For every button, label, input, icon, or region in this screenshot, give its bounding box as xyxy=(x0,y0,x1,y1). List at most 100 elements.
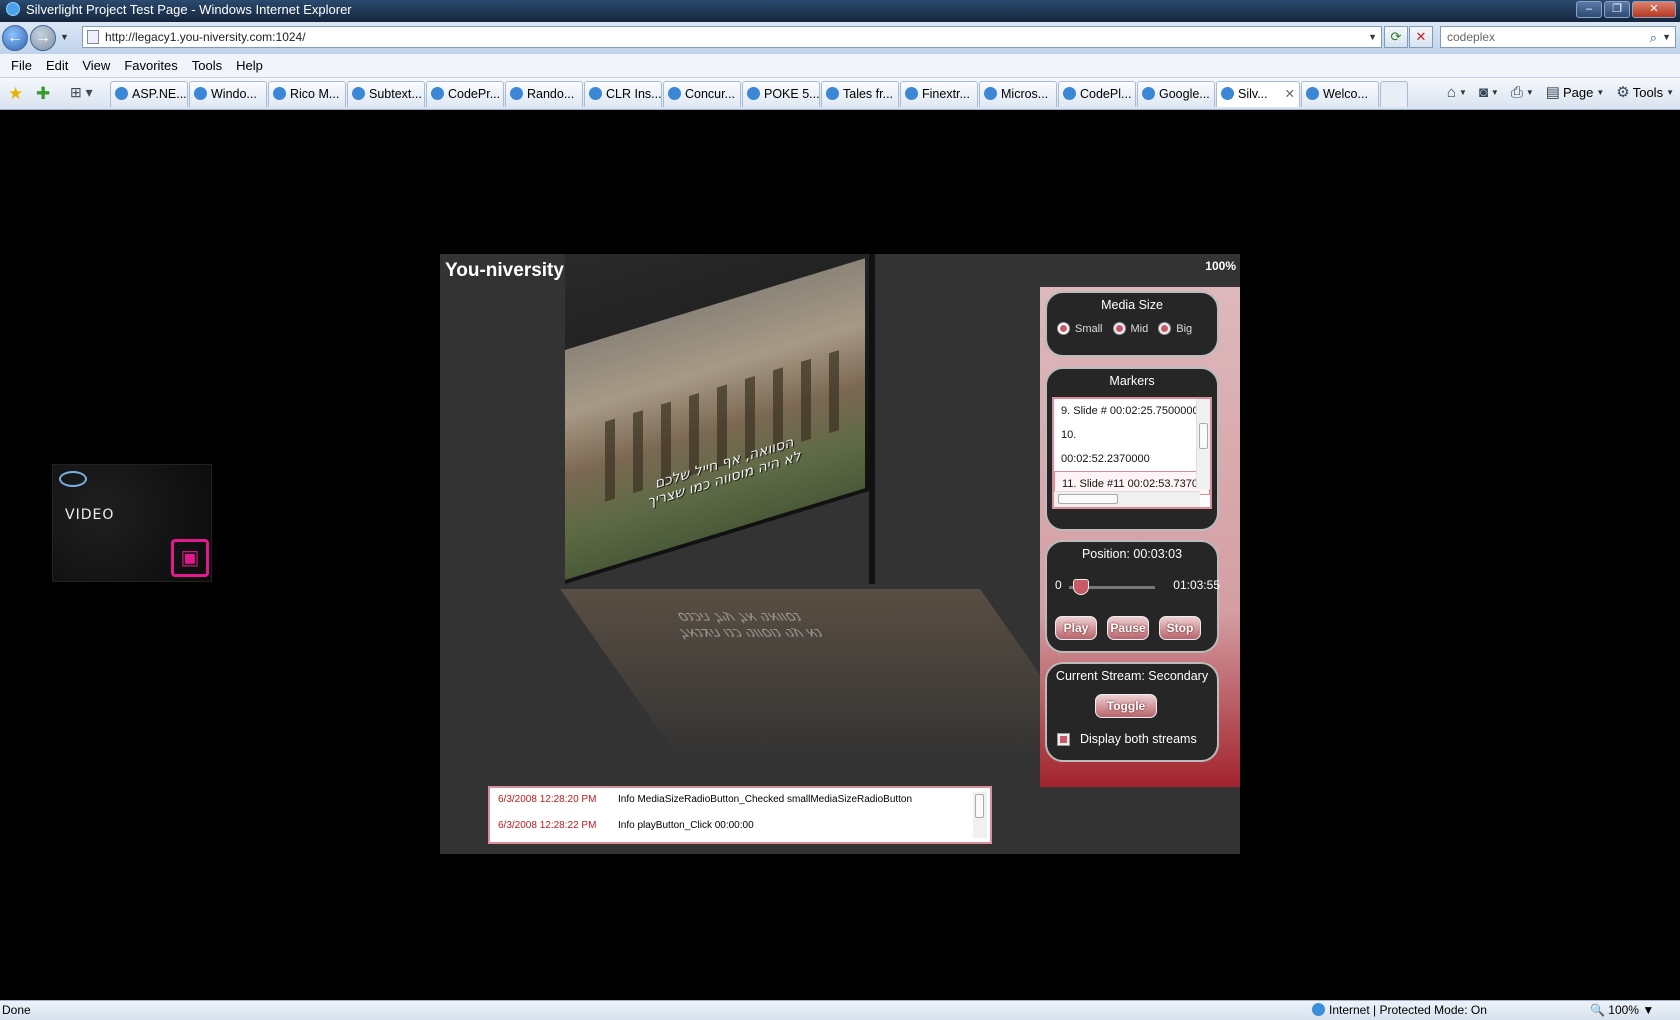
browser-tab[interactable]: Silv... ✕ xyxy=(1216,81,1300,107)
position-slider-thumb[interactable] xyxy=(1073,579,1090,595)
reflection-line-2: נסוואני אל עיל הכנס xyxy=(672,609,807,625)
markers-vscroll-thumb[interactable] xyxy=(1199,423,1208,449)
browser-tab[interactable]: CodePr... xyxy=(426,81,504,107)
display-both-streams-checkbox[interactable] xyxy=(1057,732,1070,746)
menu-edit[interactable]: Edit xyxy=(39,54,75,77)
browser-tab[interactable]: POKE 5... xyxy=(742,81,820,107)
menu-help[interactable]: Help xyxy=(229,54,270,77)
media-size-title: Media Size xyxy=(1101,298,1163,312)
radio-small-circle[interactable] xyxy=(1057,322,1070,335)
play-button[interactable]: Play xyxy=(1055,616,1097,640)
add-favorite-icon[interactable]: ✚ xyxy=(36,84,50,104)
event-log[interactable]: 6/3/2008 12:28:20 PM Info MediaSizeRadioB… xyxy=(488,786,992,844)
browser-tab[interactable]: Finextr... xyxy=(900,81,978,107)
home-icon: ⌂ xyxy=(1446,84,1456,101)
toggle-button[interactable]: Toggle xyxy=(1095,694,1157,718)
radio-big-circle[interactable] xyxy=(1158,322,1172,335)
display-both-streams-label: Display both streams xyxy=(1080,732,1197,746)
position-max: 01:03:55 xyxy=(1173,578,1220,592)
markers-list[interactable]: 9. Slide # 00:02:25.7500000 10. 00:02:52… xyxy=(1052,397,1212,509)
browser-tab[interactable]: CodePl... xyxy=(1058,81,1136,107)
feeds-button[interactable]: ◙ ▼ xyxy=(1479,83,1499,103)
forward-button[interactable]: → xyxy=(30,25,56,51)
url-input[interactable]: http://legacy1.you-niversity.com:1024/ ▼ xyxy=(82,26,1382,48)
browser-tab[interactable]: Windo... xyxy=(189,81,267,107)
video-reflection: נא עני נוסווני כנו הצנאל נסוואני אל עיל … xyxy=(560,589,1100,759)
back-button[interactable]: ← xyxy=(2,25,28,51)
maximize-button[interactable]: ❐ xyxy=(1604,1,1630,18)
log-message: Info MediaSizeRadioButton_Checked smallM… xyxy=(618,794,913,805)
marker-item[interactable]: 9. Slide # 00:02:25.7500000 xyxy=(1054,399,1210,423)
gear-icon: ⚙ xyxy=(1616,84,1630,101)
menu-view[interactable]: View xyxy=(75,54,117,77)
radio-big[interactable]: Big xyxy=(1158,322,1192,335)
tools-menu[interactable]: ⚙ Tools ▼ xyxy=(1616,83,1674,103)
marker-item[interactable]: 10. xyxy=(1054,423,1210,447)
position-box: Position: 00:03:03 0 01:03:55 Play Pause… xyxy=(1045,540,1220,653)
refresh-button[interactable]: ⟳ xyxy=(1384,26,1408,48)
tab-favicon-icon xyxy=(668,87,681,100)
recent-pages-dropdown-icon[interactable]: ▼ xyxy=(60,32,69,42)
markers-hscroll-thumb[interactable] xyxy=(1058,494,1118,504)
search-options-dropdown-icon[interactable]: ▼ xyxy=(1662,27,1671,47)
browser-tab[interactable]: Welco... xyxy=(1301,81,1379,107)
search-input[interactable]: codeplex ⌕ ▼ xyxy=(1440,26,1676,48)
markers-vertical-scrollbar[interactable] xyxy=(1196,399,1210,489)
log-scrollbar[interactable] xyxy=(973,792,987,838)
browser-tab[interactable]: Rico M... xyxy=(268,81,346,107)
tab-favicon-icon xyxy=(510,87,523,100)
tab-close-icon[interactable]: ✕ xyxy=(1285,82,1295,106)
stop-playback-button[interactable]: Stop xyxy=(1159,616,1201,640)
radio-small[interactable]: Small xyxy=(1057,322,1103,335)
media-size-radios: Small Mid Big xyxy=(1057,322,1217,335)
menu-favorites[interactable]: Favorites xyxy=(117,54,184,77)
status-text: Done xyxy=(2,1003,31,1017)
close-button[interactable]: ✕ xyxy=(1632,1,1676,18)
page-content: VIDEO ▣ You-niversity 100% הסוואה, אף חי… xyxy=(0,111,1680,1000)
tab-favicon-icon xyxy=(984,87,997,100)
browser-tab[interactable]: CLR Ins... xyxy=(584,81,662,107)
window-title: Silverlight Project Test Page - Windows … xyxy=(26,2,352,17)
window-titlebar: Silverlight Project Test Page - Windows … xyxy=(0,0,1680,22)
video-thumbnail[interactable]: VIDEO ▣ xyxy=(52,464,212,582)
radio-mid-circle[interactable] xyxy=(1112,322,1126,335)
page-icon: ▤ xyxy=(1545,84,1560,101)
browser-tab[interactable]: ASP.NE... xyxy=(110,81,188,107)
menu-file[interactable]: File xyxy=(4,54,39,77)
favorites-star-icon[interactable]: ★ xyxy=(8,84,23,104)
quick-tabs-icon[interactable]: ⊞ ▾ xyxy=(70,84,104,104)
new-tab-button[interactable] xyxy=(1380,81,1408,107)
tab-label: Rando... xyxy=(527,87,575,101)
tab-label: Silv... xyxy=(1238,87,1268,101)
display-both-streams-row[interactable]: Display both streams xyxy=(1057,732,1197,746)
video-player[interactable]: הסוואה, אף חייל שלכם לא היה מוסווה כמו ש… xyxy=(565,254,869,585)
browser-tab[interactable]: Subtext... xyxy=(347,81,425,107)
stop-button[interactable]: ✕ xyxy=(1409,26,1433,48)
menu-tools[interactable]: Tools xyxy=(185,54,229,77)
browser-tab[interactable]: Tales fr... xyxy=(821,81,899,107)
pause-button[interactable]: Pause xyxy=(1107,616,1149,640)
security-zone[interactable]: Internet | Protected Mode: On xyxy=(1312,1001,1487,1020)
url-text: http://legacy1.you-niversity.com:1024/ xyxy=(105,30,306,44)
url-dropdown-icon[interactable]: ▼ xyxy=(1368,27,1377,47)
browser-tab[interactable]: Google... xyxy=(1137,81,1215,107)
markers-horizontal-scrollbar[interactable] xyxy=(1054,491,1200,507)
zoom-level: 100% xyxy=(1205,259,1236,273)
tab-label: CLR Ins... xyxy=(606,87,662,101)
rss-icon: ◙ xyxy=(1478,84,1488,101)
zoom-control[interactable]: 🔍 100% ▼ xyxy=(1590,1001,1654,1020)
print-button[interactable]: ⎙ ▼ xyxy=(1511,83,1534,103)
page-menu[interactable]: ▤ Page ▼ xyxy=(1546,83,1604,103)
log-scroll-thumb[interactable] xyxy=(975,794,984,818)
home-button[interactable]: ⌂ ▼ xyxy=(1447,83,1467,103)
reflection-text: נא עני נוסווני כנו הצנאל נסוואני אל עיל … xyxy=(624,609,866,641)
tab-favicon-icon xyxy=(1306,87,1319,100)
browser-tab[interactable]: Rando... xyxy=(505,81,583,107)
marker-item[interactable]: 00:02:52.2370000 xyxy=(1054,447,1210,471)
globe-icon xyxy=(1312,1003,1325,1016)
browser-tab[interactable]: Micros... xyxy=(979,81,1057,107)
browser-tab[interactable]: Concur... xyxy=(663,81,741,107)
radio-mid[interactable]: Mid xyxy=(1112,322,1148,335)
search-icon[interactable]: ⌕ xyxy=(1650,28,1657,48)
minimize-button[interactable]: – xyxy=(1576,1,1602,18)
